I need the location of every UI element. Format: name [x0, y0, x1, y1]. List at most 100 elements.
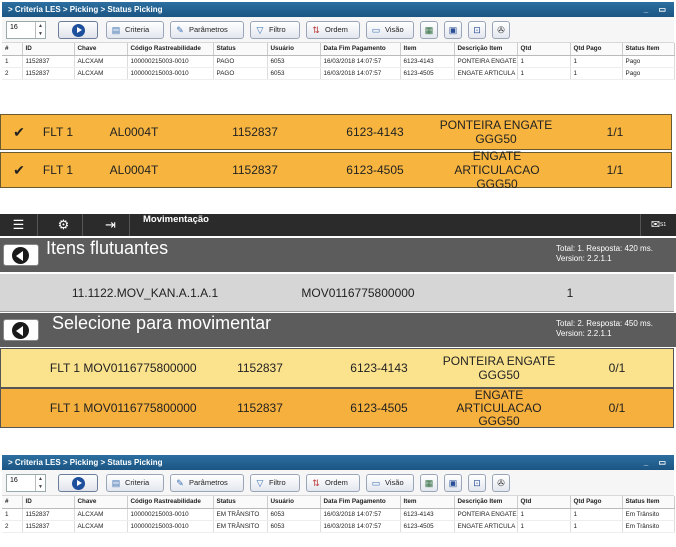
column-header[interactable]: Status Item — [622, 496, 675, 509]
table-cell: ENGATE ARTICULA — [454, 67, 518, 80]
table-cell: ALCXAM — [74, 55, 128, 68]
table-cell: 1152837 — [22, 67, 75, 80]
logout-icon[interactable]: ⇥ — [92, 214, 130, 236]
filtro-button[interactable]: ▽ Filtro — [250, 474, 300, 492]
table-cell: 1 — [2, 508, 23, 521]
stepper-arrows-icon[interactable]: ▲ ▼ — [35, 475, 45, 491]
page-size-value: 16 — [10, 24, 18, 31]
item-label: 6123-4505 — [350, 401, 408, 415]
criteria-button[interactable]: ▤ Criteria — [106, 21, 164, 39]
settings-icon[interactable]: ✇ — [492, 474, 510, 492]
criteria-button[interactable]: ▤ Criteria — [106, 474, 164, 492]
column-header[interactable]: Código Rastreabilidade — [127, 43, 214, 56]
total-text: Total: 2. Resposta: 450 ms. — [556, 319, 653, 328]
column-header[interactable]: Item — [400, 43, 455, 56]
back-button[interactable] — [3, 319, 39, 341]
table-cell: 100000215003-0010 — [127, 508, 214, 521]
column-header[interactable]: Código Rastreabilidade — [127, 496, 214, 509]
page-size-stepper[interactable]: 16 ▲ ▼ — [6, 21, 46, 39]
table-cell: 1 — [517, 508, 571, 521]
visao-button[interactable]: ▭ Visão — [366, 21, 414, 39]
mail-button[interactable]: ✉S1 — [640, 214, 676, 236]
table-cell: 6123-4505 — [400, 520, 455, 533]
column-header[interactable]: Qtd — [517, 43, 571, 56]
table-row[interactable]: 2 1152837 ALCXAM 100000215003-0010 PAGO 6053 1… — [2, 67, 675, 80]
flt-label: FLT 1 — [49, 361, 81, 375]
run-button[interactable] — [58, 21, 98, 39]
settings-icon[interactable]: ✇ — [492, 21, 510, 39]
menu-icon[interactable]: ☰ — [0, 214, 38, 236]
parametros-button[interactable]: ✎ Parâmetros — [170, 21, 244, 39]
settings-icon[interactable]: ⚙ — [45, 214, 83, 236]
table-cell: 1 — [570, 55, 623, 68]
filtro-button[interactable]: ▽ Filtro — [250, 21, 300, 39]
column-header[interactable]: Chave — [74, 43, 128, 56]
save-icon[interactable]: ▣ — [444, 21, 462, 39]
column-header[interactable]: Usuário — [267, 496, 321, 509]
column-header[interactable]: Qtd Pago — [570, 43, 623, 56]
table-cell: 6053 — [267, 508, 321, 521]
column-header[interactable]: Status — [213, 43, 268, 56]
parametros-button[interactable]: ✎ Parâmetros — [170, 474, 244, 492]
column-header[interactable]: Descrição Item — [454, 43, 518, 56]
table-row[interactable]: 1 1152837 ALCXAM 100000215003-0010 PAGO 6053 1… — [2, 55, 675, 68]
expand-icon[interactable]: ⊡ — [468, 474, 486, 492]
table-cell: 16/03/2018 14:07:57 — [320, 67, 401, 80]
column-header[interactable]: Status — [213, 496, 268, 509]
save-icon[interactable]: ▣ — [444, 474, 462, 492]
stepper-arrows-icon[interactable]: ▲ ▼ — [35, 22, 45, 38]
table-cell: 1 — [570, 508, 623, 521]
section-header-floating: Itens flutuantes Total: 1. Resposta: 420… — [0, 238, 676, 272]
column-header[interactable]: Descrição Item — [454, 496, 518, 509]
floating-item-row[interactable]: 11.1122.MOV_KAN.A.1.A.1 MOV0116775800000… — [0, 274, 674, 312]
flt-label: FLT 1 — [49, 401, 81, 415]
ordem-label: Ordem — [325, 25, 348, 34]
table-cell: 2 — [2, 67, 23, 80]
scanner-row[interactable]: ✔ FLT 1 AL0004T 1152837 6123-4505 ENGATE… — [0, 149, 672, 191]
filter-icon: ▽ — [256, 478, 264, 488]
move-row[interactable]: FLT 1 MOV0116775800000 1152837 6123-4143… — [0, 348, 674, 388]
run-button[interactable] — [58, 474, 98, 492]
expand-icon[interactable]: ⊡ — [468, 21, 486, 39]
item-label: 6123-4143 — [350, 361, 408, 375]
scanner-row[interactable]: ✔ FLT 1 AL0004T 1152837 6123-4143 PONTEI… — [0, 114, 672, 150]
table-cell: Pago — [622, 55, 675, 68]
column-header[interactable]: Qtd — [517, 496, 571, 509]
table-cell: 1152837 — [22, 55, 75, 68]
window-controls[interactable]: _ ▭ — [644, 2, 670, 17]
back-button[interactable] — [3, 244, 39, 266]
column-header[interactable]: Item — [400, 496, 455, 509]
column-header[interactable]: ID — [22, 496, 75, 509]
section-header-select: Selecione para movimentar Total: 2. Resp… — [0, 313, 676, 347]
table-row[interactable]: 1 1152837 ALCXAM 100000215003-0010 EM TRÂNSI… — [2, 508, 675, 521]
column-header[interactable]: Status Item — [622, 43, 675, 56]
column-header[interactable]: Data Fim Pagamento — [320, 43, 401, 56]
column-header[interactable]: Qtd Pago — [570, 496, 623, 509]
play-icon — [72, 477, 85, 490]
column-header[interactable]: Data Fim Pagamento — [320, 496, 401, 509]
table-cell: Em Trânsito — [622, 520, 675, 533]
column-header[interactable]: # — [2, 43, 23, 56]
page-size-stepper[interactable]: 16 ▲ ▼ — [6, 474, 46, 492]
visao-button[interactable]: ▭ Visão — [366, 474, 414, 492]
column-header[interactable]: ID — [22, 43, 75, 56]
section-title: Itens flutuantes — [46, 238, 169, 258]
flt-label: FLT 1 — [42, 163, 74, 177]
export-excel-icon[interactable]: ▦ — [420, 474, 438, 492]
ordem-button[interactable]: ⇅ Ordem — [306, 21, 360, 39]
qty-label: 0/1 — [608, 401, 626, 415]
window-controls[interactable]: _ ▭ — [644, 455, 670, 470]
sort-icon: ⇅ — [312, 478, 320, 488]
table-row[interactable]: 2 1152837 ALCXAM 100000215003-0010 EM TRÂNSI… — [2, 520, 675, 533]
criteria-label: Criteria — [125, 25, 150, 34]
export-excel-icon[interactable]: ▦ — [420, 21, 438, 39]
column-header[interactable]: # — [2, 496, 23, 509]
ordem-button[interactable]: ⇅ Ordem — [306, 474, 360, 492]
move-row[interactable]: FLT 1 MOV0116775800000 1152837 6123-4505… — [0, 388, 674, 428]
table-cell: 16/03/2018 14:07:57 — [320, 508, 401, 521]
column-header[interactable]: Chave — [74, 496, 128, 509]
parametros-label: Parâmetros — [189, 25, 228, 34]
column-header[interactable]: Usuário — [267, 43, 321, 56]
table-cell: PAGO — [213, 55, 268, 68]
parametros-label: Parâmetros — [189, 478, 228, 487]
